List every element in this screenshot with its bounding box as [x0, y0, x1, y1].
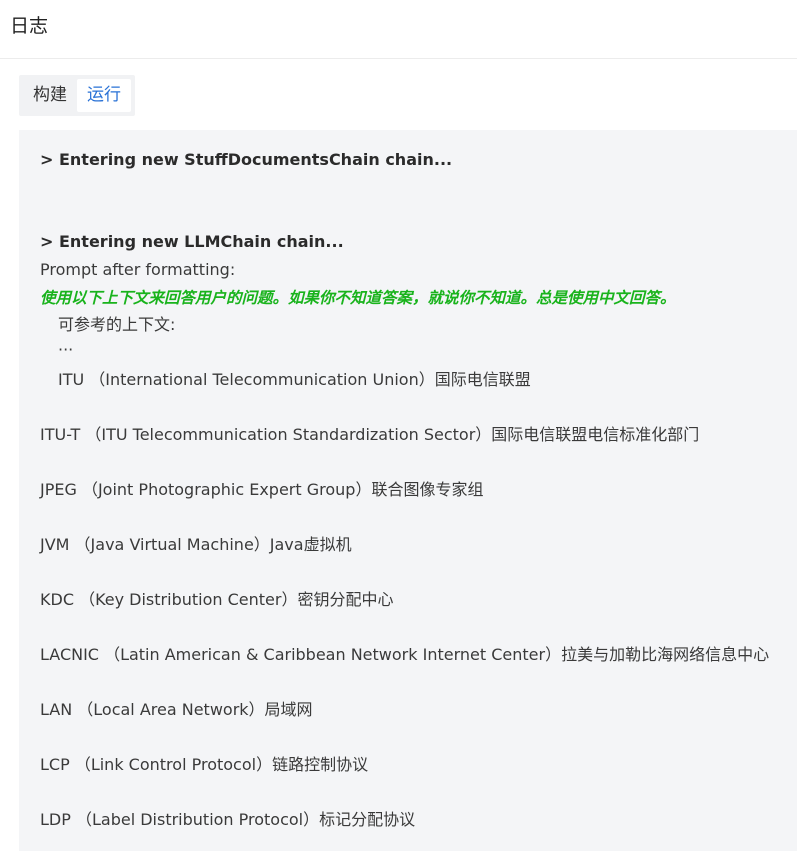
log-line-jpeg: JPEG （Joint Photographic Expert Group）联合…: [40, 480, 484, 499]
log-output-panel[interactable]: > Entering new StuffDocumentsChain chain…: [19, 130, 797, 851]
log-tabs: 构建 运行: [19, 75, 135, 116]
log-line-jvm: JVM （Java Virtual Machine）Java虚拟机: [40, 535, 352, 554]
tab-build[interactable]: 构建: [23, 79, 77, 112]
page-title: 日志: [10, 15, 49, 37]
log-line-ellipsis: ···: [58, 340, 74, 359]
log-line-lcp: LCP （Link Control Protocol）链路控制协议: [40, 755, 369, 774]
log-line-itu: ITU （International Telecommunication Uni…: [58, 370, 531, 389]
log-line-ldp: LDP （Label Distribution Protocol）标记分配协议: [40, 810, 416, 829]
log-line-context-label: 可参考的上下文:: [58, 315, 176, 334]
log-line-lacnic: LACNIC （Latin American & Caribbean Netwo…: [40, 645, 770, 664]
log-line-llm-chain: > Entering new LLMChain chain...: [40, 232, 344, 251]
tab-run[interactable]: 运行: [77, 79, 131, 112]
log-line-lan: LAN （Local Area Network）局域网: [40, 700, 313, 719]
log-line-kdc: KDC （Key Distribution Center）密钥分配中心: [40, 590, 394, 609]
log-line-system-prompt: 使用以下上下文来回答用户的问题。如果你不知道答案，就说你不知道。总是使用中文回答…: [40, 289, 676, 307]
log-line-itu-t: ITU-T （ITU Telecommunication Standardiza…: [40, 425, 700, 444]
log-line-stuff-chain: > Entering new StuffDocumentsChain chain…: [40, 150, 453, 169]
log-line-prompt-label: Prompt after formatting:: [40, 260, 236, 279]
log-header: 日志: [0, 0, 797, 59]
